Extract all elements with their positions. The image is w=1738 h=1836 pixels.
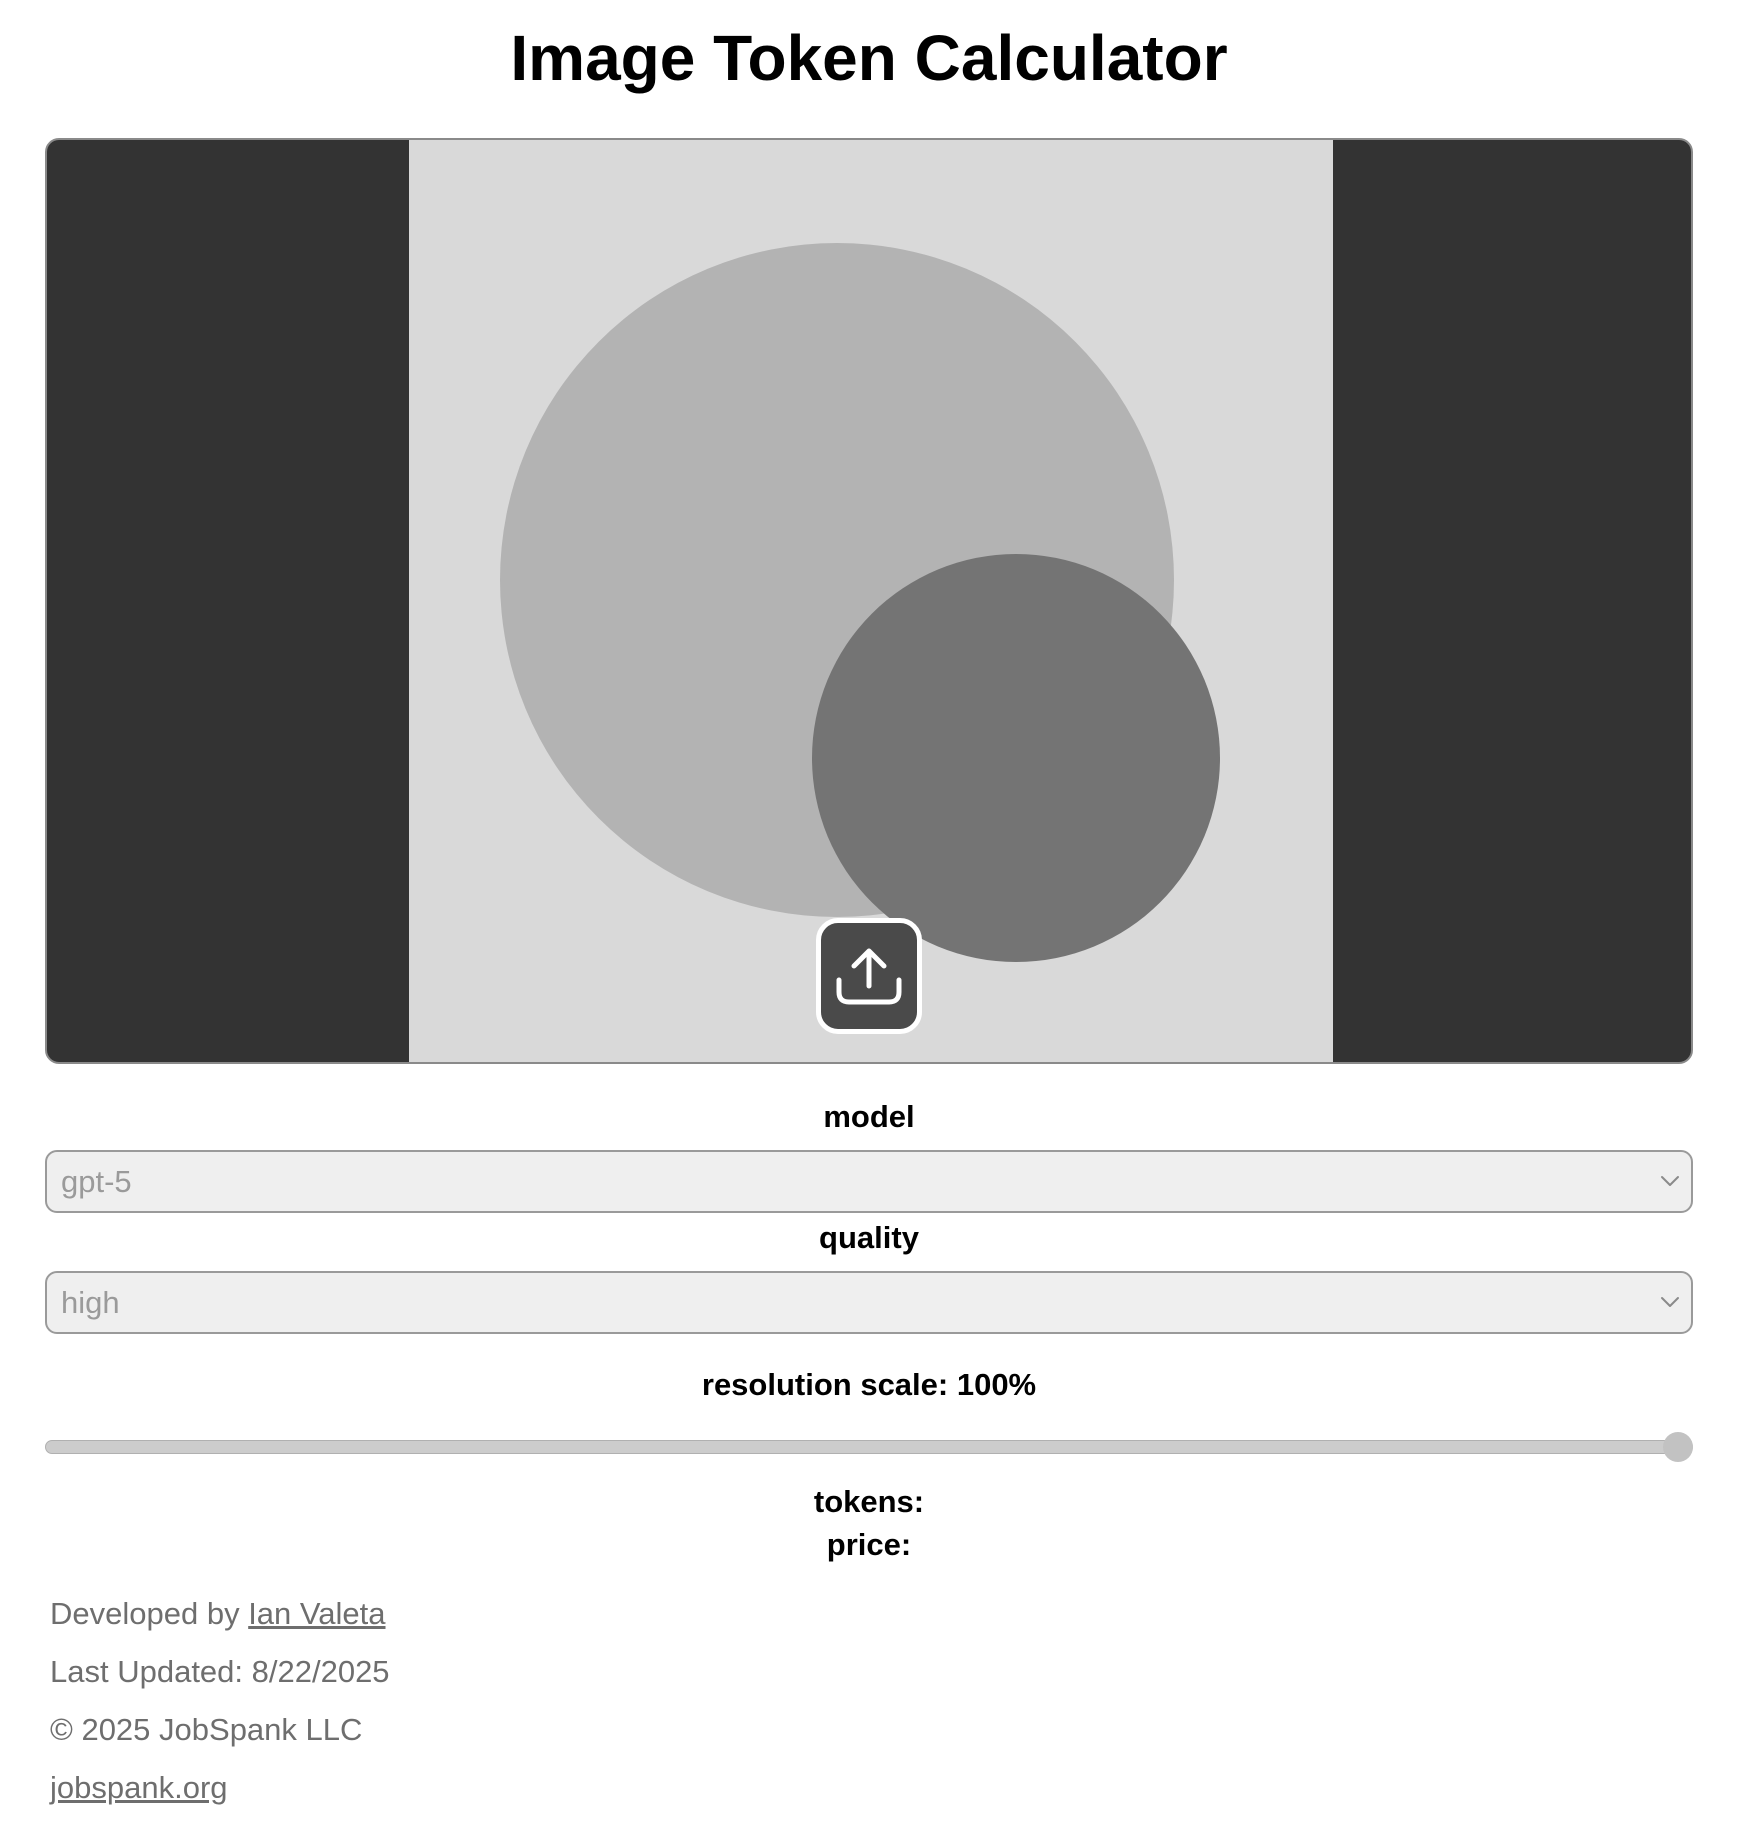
last-updated: Last Updated: 8/22/2025 [50,1654,390,1689]
chevron-down-icon [1661,1297,1679,1307]
price-label: price: [826,1527,912,1562]
tokens-label: tokens: [813,1484,925,1519]
small-circle [812,554,1220,962]
developer-credit-prefix: Developed by [50,1596,249,1631]
page-title: Image Token Calculator [510,22,1228,94]
quality-label: quality [819,1220,919,1255]
resolution-scale-slider[interactable] [45,1432,1693,1464]
model-select[interactable]: gpt-5 [45,1150,1693,1213]
developer-link[interactable]: Ian Valeta [248,1596,385,1631]
slider-thumb[interactable] [1663,1432,1693,1462]
site-link-line: jobspank.org [50,1768,228,1808]
quality-select[interactable]: high [45,1271,1693,1334]
slider-track [45,1440,1693,1454]
copyright: © 2025 JobSpank LLC [50,1712,363,1747]
model-label: model [823,1099,915,1134]
quality-select-value: high [61,1285,120,1320]
upload-icon [836,948,902,1005]
developer-credit: Developed by Ian Valeta [50,1594,386,1634]
chevron-down-icon [1661,1176,1679,1186]
upload-button[interactable] [816,918,922,1034]
site-link[interactable]: jobspank.org [50,1770,228,1805]
resolution-scale-label: resolution scale: 100% [701,1367,1037,1402]
model-select-value: gpt-5 [61,1164,132,1199]
